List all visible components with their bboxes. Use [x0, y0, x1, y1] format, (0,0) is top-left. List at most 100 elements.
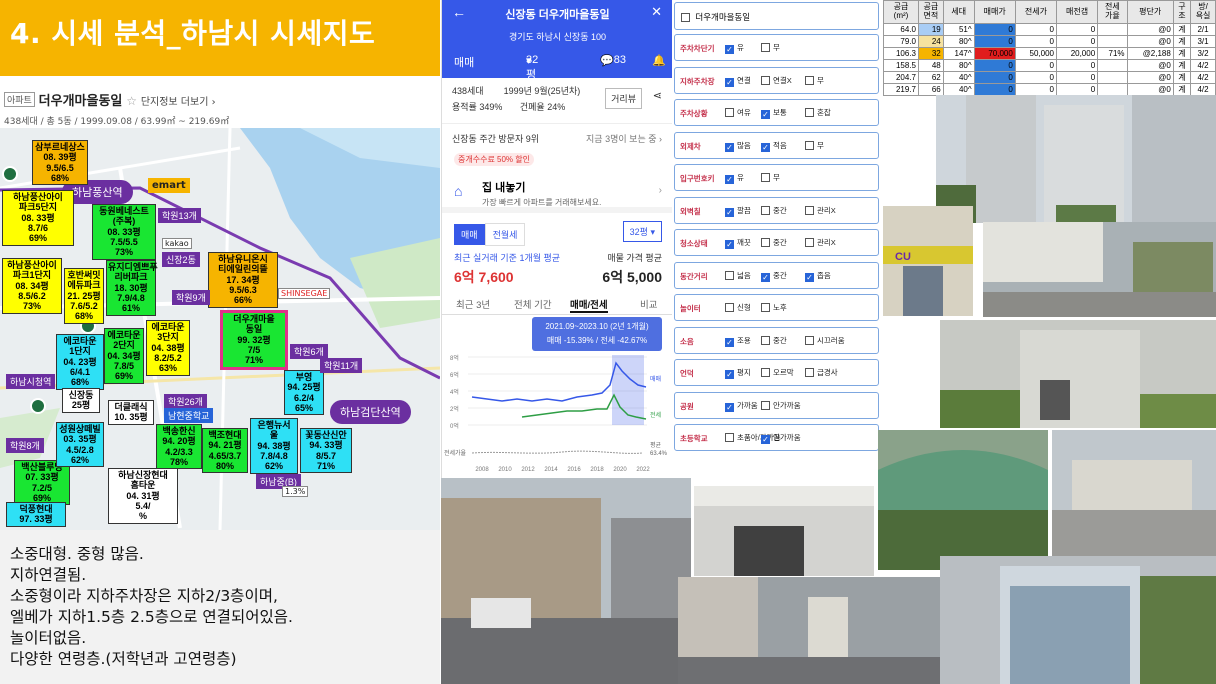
map-label[interactable]: 에코타운 1단지 04. 23평 6/4.1 68% — [56, 334, 104, 390]
price-chart[interactable]: 2021.09~2023.10 (2년 1개월) 매매 -15.39% / 전세… — [442, 315, 672, 475]
map-label[interactable]: 더클래식 10. 35평 — [108, 400, 154, 425]
tab-3y[interactable]: 최근 3년 — [456, 297, 490, 311]
checkbox-option[interactable]: 관리X — [805, 205, 836, 216]
checkbox-option[interactable]: ✓ 연결 — [725, 75, 751, 87]
table-cell: 계 — [1172, 83, 1192, 96]
checkbox-option[interactable]: 신형 — [725, 302, 751, 313]
star-icon[interactable]: ☆ — [126, 94, 137, 108]
checkbox-option[interactable]: 오르막 — [761, 367, 794, 378]
checkbox-option[interactable]: ✓ 적음 — [761, 140, 787, 152]
map-label-selected[interactable]: 더우개마을 동일 99. 32평 7/5 71% — [220, 310, 288, 370]
checkbox-option[interactable]: ✓ 깔끔 — [725, 205, 751, 217]
checkbox-option[interactable]: 무 — [805, 140, 824, 151]
checklist-row: 소음 ✓ 조용 중간 시끄러움 — [674, 326, 879, 354]
map-label[interactable]: 하남유니온시 티에일린의뜰 17. 34평 9.5/6.3 66% — [208, 252, 278, 308]
size-dropdown[interactable]: 32평 ▾ — [622, 221, 662, 242]
tab-compare[interactable]: 비교 — [640, 297, 657, 311]
map-label[interactable]: 호반써밋 에듀파크 21. 25평 7.6/5.2 68% — [64, 268, 104, 324]
map-label[interactable]: 에코타운 2단지 04. 34평 7.8/5 69% — [104, 328, 144, 384]
map-label[interactable]: 백조현대 94. 21평 4.65/3.7 80% — [202, 428, 248, 474]
checkbox-option[interactable]: ✓ 보통 — [761, 107, 787, 119]
map-label[interactable]: 꽃동산신안 94. 33평 8/5.7 71% — [300, 428, 352, 474]
list-home-banner[interactable]: ⌂ 집 내놓기 가장 빠르게 아파트를 거래해보세요. › — [442, 171, 672, 213]
unchecked-box-icon — [805, 205, 814, 215]
street-view-button[interactable]: 거리뷰 — [605, 88, 642, 109]
size-select[interactable]: 32평 ▾ — [526, 54, 538, 81]
checkbox-option[interactable]: ✓ 유 — [725, 172, 744, 184]
table-cell: 0 — [1055, 83, 1099, 96]
table-header-cell: 전세 가율 — [1097, 0, 1128, 24]
map-label[interactable]: 삼부르네상스 08. 39평 9.5/6.5 68% — [32, 140, 88, 186]
mobile-apt-panel: ← 신장동 더우개마을동일 ✕ 경기도 하남시 신장동 100 매매 32평 ▾… — [441, 0, 672, 478]
checkbox-option[interactable]: 여유 — [725, 107, 751, 118]
checkbox-option[interactable]: 노후 — [761, 302, 787, 313]
checkbox-option[interactable]: ✓ 깨끗 — [725, 237, 751, 249]
map-label[interactable]: 동원베네스트 (주복) 08. 33평 7.5/5.5 73% — [92, 204, 156, 260]
checkbox-option[interactable]: ✓ 평지 — [725, 367, 751, 379]
checkbox-option[interactable]: 넓음 — [725, 270, 751, 281]
checklist-row: 언덕 ✓ 평지 오르막 급경사 — [674, 359, 879, 386]
table-header-cell: 방/ 욕실 — [1190, 0, 1216, 24]
table-cell: @0 — [1126, 71, 1174, 84]
table-header: 공급 (m²) 공급 면적 세대 매매가 전세가 매전갭 전세 가율 평단가 구 조 방/ 욕실 — [883, 0, 1216, 24]
checkbox-option[interactable]: 무 — [805, 75, 824, 86]
checkbox-option[interactable]: 중간 — [761, 335, 787, 346]
checkbox-option[interactable]: ✓ 가까움 — [725, 400, 758, 412]
area-chip[interactable]: 신장2동 — [162, 252, 200, 267]
map-label[interactable]: 덕풍현대 97. 33평 — [6, 502, 66, 527]
station-hanam-sicheong[interactable]: 하남시청역 — [6, 374, 56, 389]
map-label[interactable]: 유지디엠쁘푸 리버파크 18. 30평 7.9/4.8 61% — [106, 260, 158, 316]
tab-sale-rent[interactable]: 매매/전세 — [570, 297, 608, 313]
table-cell: 80^ — [942, 59, 975, 72]
close-icon[interactable]: ✕ — [651, 4, 662, 20]
academy-chip[interactable]: 학원8개 — [6, 438, 44, 453]
share-icon[interactable]: ⋖ — [653, 89, 662, 102]
table-cell: 40^ — [942, 71, 975, 84]
checkbox-option[interactable]: 무 — [761, 42, 780, 53]
station-hanam-geomdan[interactable]: 하남검단산역 — [330, 400, 411, 424]
academy-chip[interactable]: 학원13개 — [158, 208, 201, 223]
checklist-title-box[interactable]: 더우개마을동일 — [674, 2, 879, 30]
academy-chip[interactable]: 학원9개 — [172, 290, 210, 305]
map-label[interactable]: 백송한신 94. 20평 4.2/3.3 78% — [156, 424, 202, 470]
checkbox-option[interactable]: ✓ 안가까움 — [761, 432, 801, 444]
bell-icon[interactable]: 🔔 — [652, 54, 666, 67]
academy-chip[interactable]: 학원6개 — [290, 344, 328, 359]
checkbox-option[interactable]: 급경사 — [805, 367, 838, 378]
academy-chip[interactable]: 학원26개 — [164, 394, 207, 409]
academy-chip[interactable]: 학원11개 — [320, 358, 363, 373]
checkbox-option[interactable]: 중간 — [761, 205, 787, 216]
checkbox-option[interactable]: 관리X — [805, 237, 836, 248]
checkbox-option[interactable]: ✓ 조용 — [725, 335, 751, 347]
map-label[interactable]: 신장동 25평 — [62, 388, 100, 413]
viewers-link[interactable]: 지금 3명이 보는 중 › — [586, 132, 662, 145]
checkbox-option[interactable]: ✓ 좁음 — [805, 270, 831, 282]
price-map[interactable]: 하남풍산역 하남검단산역 하남시청역 emart kakao SHINSEGAE… — [0, 128, 440, 530]
unchecked-box-icon — [761, 205, 770, 215]
map-label[interactable]: 하남풍산아이 파크5단지 08. 33평 8.7/6 69% — [2, 190, 74, 246]
recent-price: 6억 7,600 — [454, 269, 514, 285]
checkbox-option[interactable]: 시끄러움 — [805, 335, 845, 346]
map-label[interactable]: 은행뉴서 울 94. 38평 7.8/4.8 62% — [250, 418, 298, 474]
checkbox-option[interactable]: ✓ 많음 — [725, 140, 751, 152]
tab-rent[interactable]: 전월세 — [484, 223, 526, 246]
more-info-link[interactable]: 단지정보 더보기 › — [141, 97, 216, 108]
checkbox-option[interactable]: 연결X — [761, 75, 792, 86]
deal-type[interactable]: 매매 — [454, 54, 474, 70]
tab-all[interactable]: 전체 기간 — [514, 297, 552, 311]
map-label[interactable]: 성원상떼빌 03. 35평 4.5/2.8 62% — [56, 422, 104, 468]
map-label[interactable]: 부영 94. 25평 6.2/4 65% — [284, 370, 324, 416]
checkbox-option[interactable]: ✓ 유 — [725, 42, 744, 54]
checkbox-option[interactable]: 중간 — [761, 237, 787, 248]
map-label[interactable]: 하남풍산아이 파크1단지 08. 34평 8.5/6.2 73% — [2, 258, 62, 314]
school-chip[interactable]: 남현중학교 — [164, 408, 214, 423]
checkbox-option[interactable]: 무 — [761, 172, 780, 183]
checkbox-option[interactable]: 혼잡 — [805, 107, 831, 118]
table-row: 106.3 32 147^ 70,000 50,000 20,000 71% @2,188 계 3… — [883, 47, 1216, 60]
checkbox-option[interactable]: 안가까움 — [761, 400, 801, 411]
map-label[interactable]: 하남신장현대 홈타운 04. 31평 5.4/ % — [108, 468, 178, 524]
map-label[interactable]: 에코타운 3단지 04. 38평 8.2/5.2 63% — [146, 320, 190, 376]
checkbox-option[interactable]: ✓ 중간 — [761, 270, 787, 282]
comment-count[interactable]: 💬 83 — [600, 54, 626, 67]
tab-sale[interactable]: 매매 — [454, 224, 485, 245]
